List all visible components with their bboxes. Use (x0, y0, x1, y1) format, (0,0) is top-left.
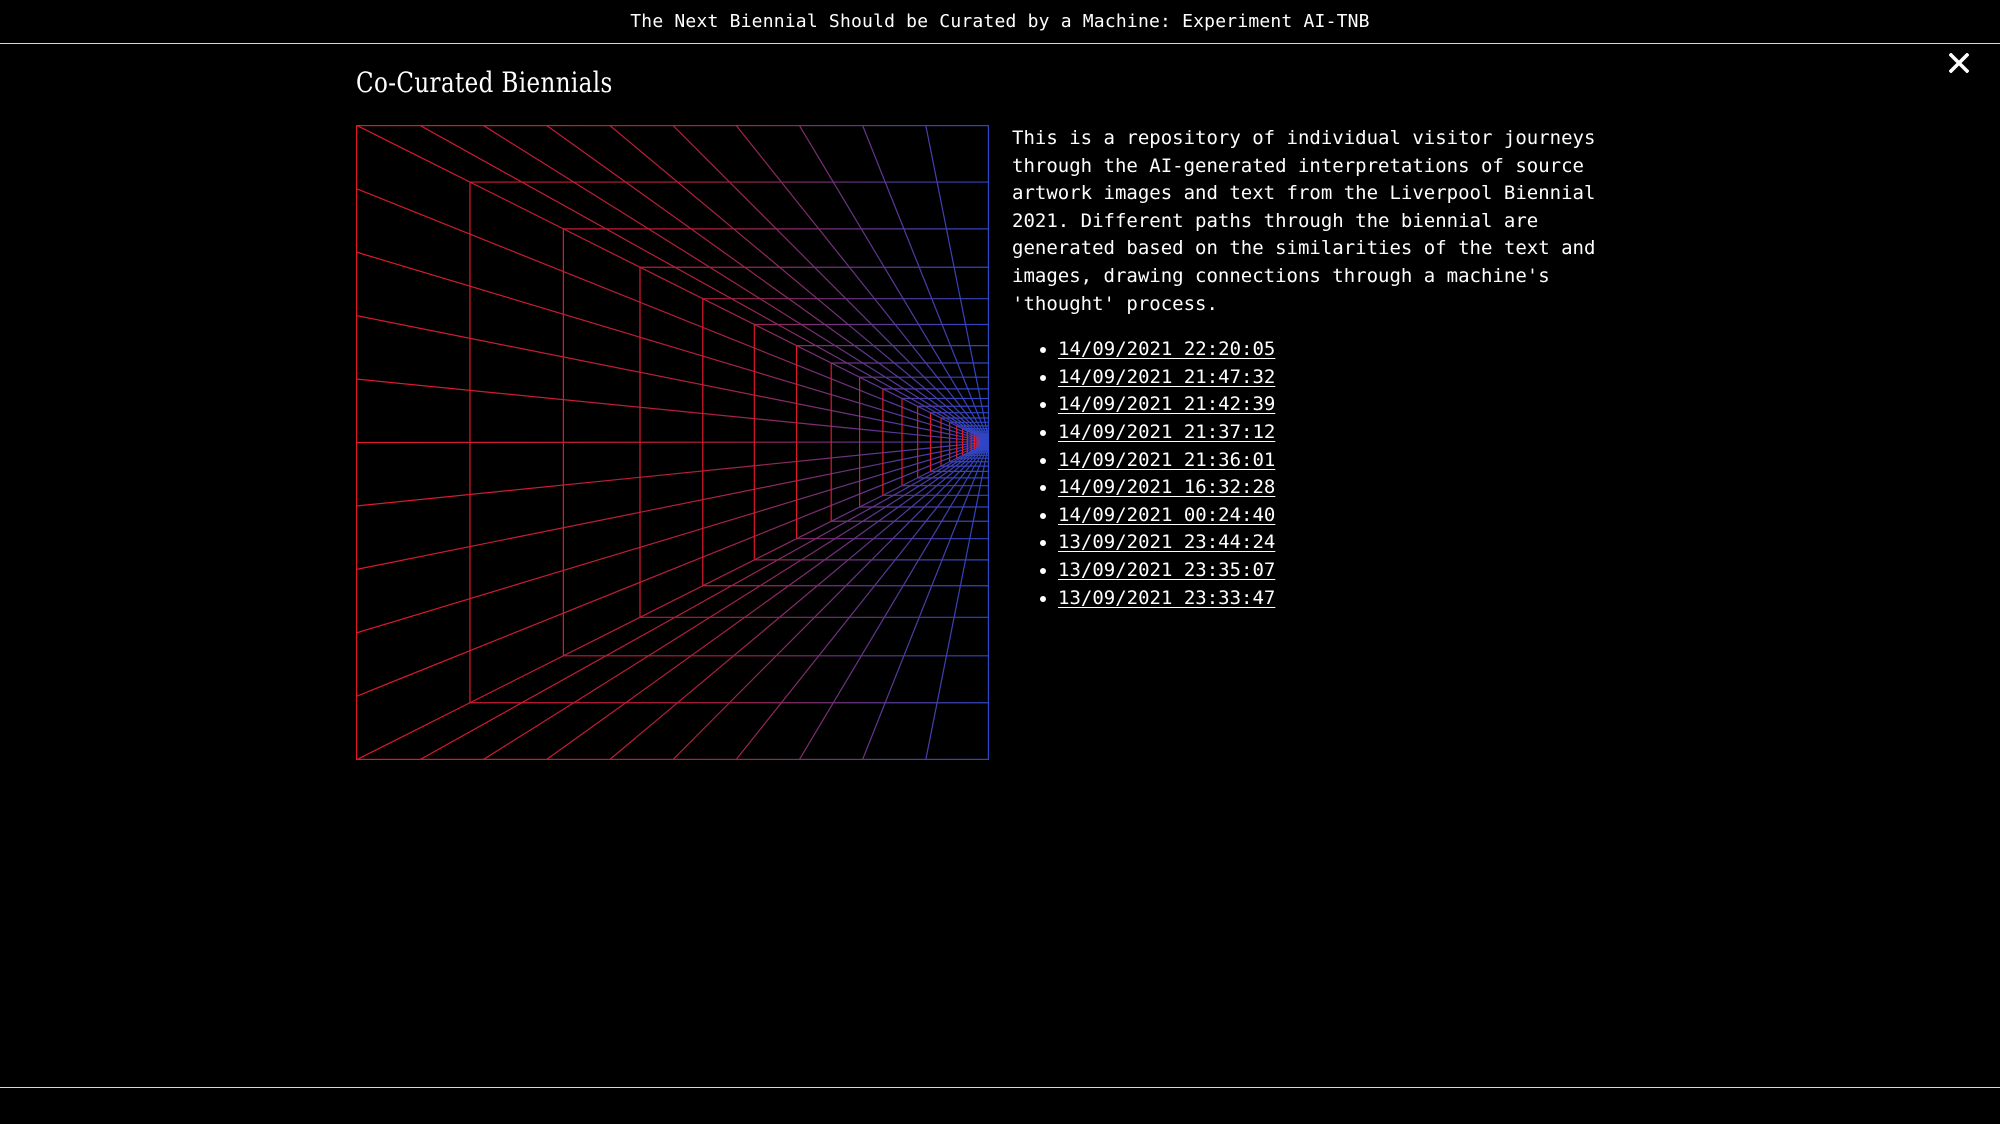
tunnel-line (545, 125, 989, 443)
tunnel-line (925, 441, 989, 760)
close-icon (1948, 51, 1970, 78)
tunnel-line (482, 125, 989, 443)
journey-link[interactable]: 14/09/2021 21:47:32 (1058, 366, 1275, 388)
journey-list-item: 14/09/2021 21:36:01 (1058, 447, 1652, 475)
tunnel-line (356, 441, 989, 507)
journey-link[interactable]: 14/09/2021 16:32:28 (1058, 476, 1275, 498)
tunnel-line (356, 441, 989, 444)
tunnel-line (735, 441, 989, 760)
content-panel: This is a repository of individual visit… (1012, 125, 1652, 612)
tunnel-line (925, 125, 989, 443)
tunnel-grid-image (356, 125, 989, 760)
journey-list-item: 14/09/2021 21:37:12 (1058, 419, 1652, 447)
journey-list-item: 13/09/2021 23:44:24 (1058, 529, 1652, 557)
journey-link[interactable]: 14/09/2021 22:20:05 (1058, 338, 1275, 360)
journey-list: 14/09/2021 22:20:05 14/09/2021 21:47:32 14… (1012, 336, 1652, 612)
journey-list-item: 14/09/2021 21:42:39 (1058, 391, 1652, 419)
tunnel-line (545, 441, 989, 760)
tunnel-line (482, 441, 989, 760)
tunnel-line (356, 441, 989, 698)
journey-list-item: 14/09/2021 21:47:32 (1058, 364, 1652, 392)
page-title: Co-Curated Biennials (356, 66, 613, 99)
close-button[interactable] (1942, 48, 1976, 82)
journey-list-item: 14/09/2021 16:32:28 (1058, 474, 1652, 502)
site-title: The Next Biennial Should be Curated by a… (630, 11, 1370, 32)
footer-divider (0, 1087, 2000, 1088)
journey-link[interactable]: 13/09/2021 23:44:24 (1058, 531, 1275, 553)
tunnel-line (419, 125, 989, 443)
journey-list-item: 13/09/2021 23:35:07 (1058, 557, 1652, 585)
tunnel-line (356, 441, 989, 571)
journey-link[interactable]: 13/09/2021 23:35:07 (1058, 559, 1275, 581)
journey-link[interactable]: 14/09/2021 21:42:39 (1058, 393, 1275, 415)
journey-link[interactable]: 14/09/2021 21:36:01 (1058, 449, 1275, 471)
journey-link[interactable]: 13/09/2021 23:33:47 (1058, 587, 1275, 609)
journey-list-item: 14/09/2021 22:20:05 (1058, 336, 1652, 364)
journey-link[interactable]: 14/09/2021 21:37:12 (1058, 421, 1275, 443)
tunnel-line (356, 314, 989, 443)
top-bar: The Next Biennial Should be Curated by a… (0, 0, 2000, 44)
journey-link[interactable]: 14/09/2021 00:24:40 (1058, 504, 1275, 526)
journey-list-item: 14/09/2021 00:24:40 (1058, 502, 1652, 530)
tunnel-line (419, 441, 989, 760)
tunnel-line (735, 125, 989, 443)
tunnel-line (356, 187, 989, 443)
tunnel-line (861, 441, 989, 760)
tunnel-line (861, 125, 989, 443)
description-text: This is a repository of individual visit… (1012, 127, 1596, 315)
tunnel-line (608, 125, 989, 443)
journey-list-item: 13/09/2021 23:33:47 (1058, 585, 1652, 613)
tunnel-line (608, 441, 989, 760)
